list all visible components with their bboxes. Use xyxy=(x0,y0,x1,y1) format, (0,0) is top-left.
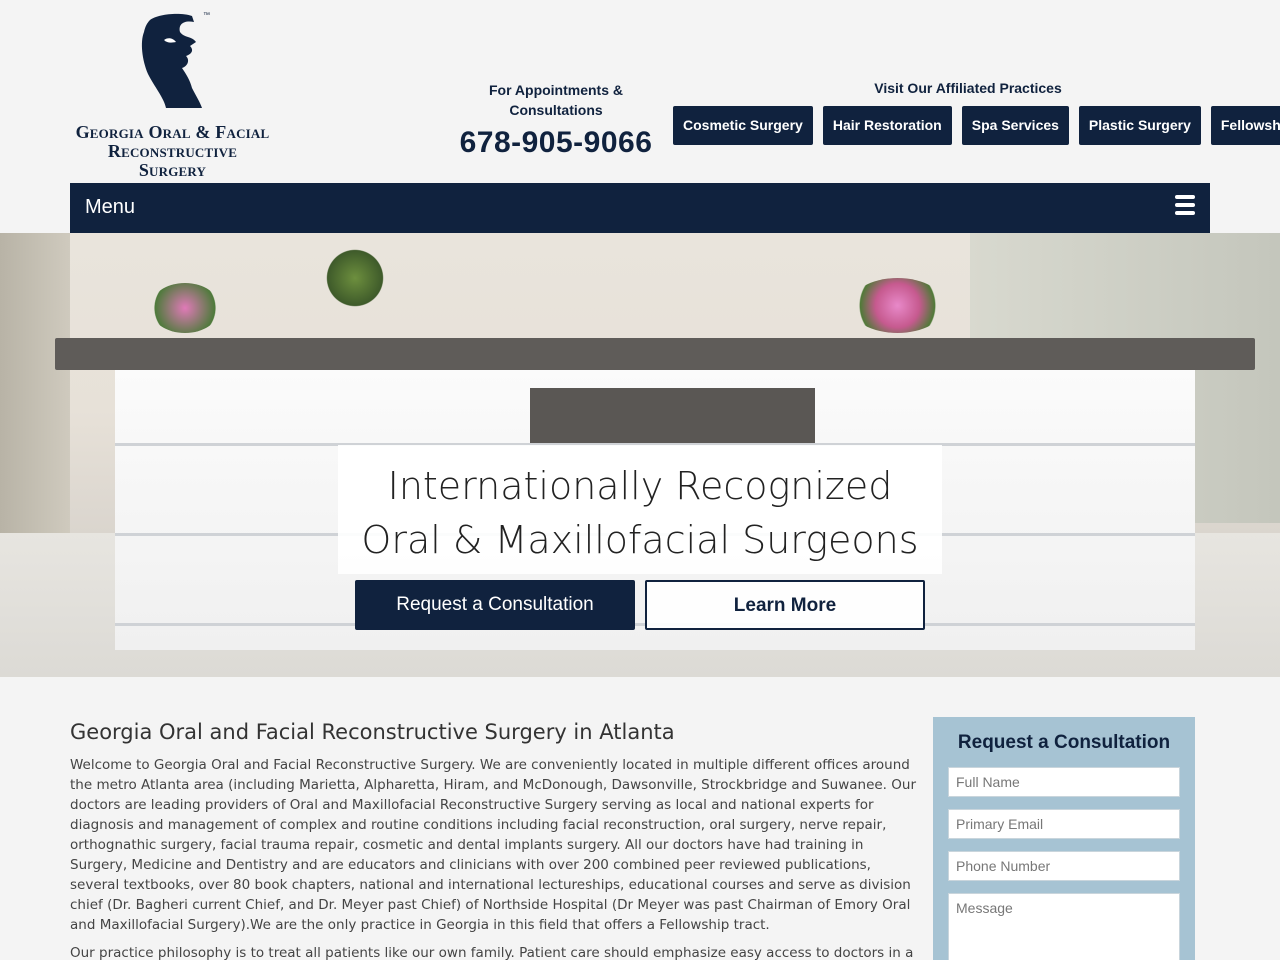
hero-banner: Internationally Recognized Oral & Maxill… xyxy=(0,233,1280,677)
message-field[interactable] xyxy=(948,893,1180,960)
logo-line-1: Georgia Oral & Facial xyxy=(75,122,270,142)
hero-headline-line-1: Internationally Recognized xyxy=(387,464,893,508)
learn-more-button[interactable]: Learn More xyxy=(645,580,925,630)
hamburger-icon[interactable] xyxy=(1175,195,1195,219)
affiliate-link-fellowship[interactable]: Fellowship xyxy=(1210,106,1280,145)
intro-paragraph: Welcome to Georgia Oral and Facial Recon… xyxy=(70,757,916,933)
main-nav-bar[interactable]: Menu xyxy=(70,183,1210,233)
logo-line-2: Reconstructive xyxy=(107,141,238,161)
affiliate-link-plastic-surgery[interactable]: Plastic Surgery xyxy=(1078,106,1201,145)
consultation-form: Request a Consultation xyxy=(933,717,1195,960)
hero-photo-countertop-center xyxy=(530,388,815,443)
site-header: ™ Georgia Oral & Facial Reconstructive S… xyxy=(0,0,1280,183)
affiliated-practices-links: Cosmetic Surgery Hair Restoration Spa Serv… xyxy=(673,106,1280,145)
phone-field[interactable] xyxy=(948,851,1180,881)
main-content: Georgia Oral and Facial Reconstructive S… xyxy=(70,717,918,960)
philosophy-paragraph: Our practice philosophy is to treat all … xyxy=(70,945,914,960)
appointments-label: For Appointments & Consultations xyxy=(488,82,624,118)
phone-number-link[interactable]: 678-905-9066 xyxy=(456,126,656,160)
hero-headline-line-2: Oral & Maxillofacial Surgeons xyxy=(361,518,919,562)
logo-wordmark: Georgia Oral & Facial Reconstructive Sur… xyxy=(70,123,275,180)
affiliate-link-spa-services[interactable]: Spa Services xyxy=(961,106,1069,145)
email-field[interactable] xyxy=(948,809,1180,839)
full-name-field[interactable] xyxy=(948,767,1180,797)
consultation-form-title: Request a Consultation xyxy=(957,732,1171,753)
hero-photo-orchid-left xyxy=(150,283,220,333)
page-title: Georgia Oral and Facial Reconstructive S… xyxy=(70,720,675,744)
menu-label[interactable]: Menu xyxy=(85,196,135,219)
hero-headline-box: Internationally Recognized Oral & Maxill… xyxy=(338,445,942,574)
hero-photo-plant xyxy=(325,243,385,313)
hero-photo-flowers-right xyxy=(850,278,945,333)
site-logo[interactable]: ™ Georgia Oral & Facial Reconstructive S… xyxy=(70,12,275,180)
trademark-symbol: ™ xyxy=(203,12,210,19)
appointments-block: For Appointments & Consultations 678-905… xyxy=(456,80,656,160)
affiliated-practices-label: Visit Our Affiliated Practices xyxy=(874,80,1062,96)
affiliate-link-hair-restoration[interactable]: Hair Restoration xyxy=(822,106,952,145)
face-profile-logo-icon xyxy=(141,13,202,108)
affiliate-link-cosmetic-surgery[interactable]: Cosmetic Surgery xyxy=(673,106,813,145)
request-consultation-button[interactable]: Request a Consultation xyxy=(355,580,635,630)
logo-line-3: Surgery xyxy=(138,160,207,180)
hero-photo-countertop xyxy=(55,338,1255,370)
